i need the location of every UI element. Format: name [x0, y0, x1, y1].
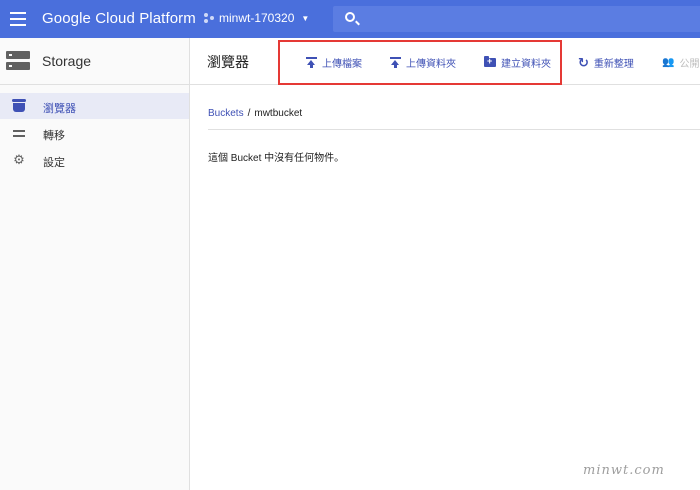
- sidebar-header: Storage: [0, 38, 189, 85]
- upload-icon: [390, 57, 401, 68]
- create-folder-icon: [484, 56, 496, 67]
- page-title: 瀏覽器: [207, 54, 249, 70]
- project-name: minwt-170320: [219, 11, 295, 25]
- share-publicly-label: 公開共: [679, 59, 700, 70]
- share-publicly-button[interactable]: 👥 公開共: [662, 55, 700, 70]
- upload-folder-button[interactable]: 上傳資料夾: [390, 55, 456, 70]
- breadcrumb-buckets-link[interactable]: Buckets: [208, 108, 244, 119]
- transfer-icon: [13, 127, 25, 139]
- breadcrumb: Buckets / mwtbucket: [208, 108, 302, 119]
- project-dots-icon: [204, 13, 214, 23]
- top-app-bar: Google Cloud Platform minwt-170320 ▼: [0, 0, 700, 38]
- sidebar-item-settings[interactable]: ⚙ 設定: [0, 147, 189, 173]
- refresh-icon: ↻: [578, 54, 589, 70]
- create-folder-label: 建立資料夾: [501, 59, 551, 70]
- sidebar-item-label: 瀏覽器: [43, 103, 76, 115]
- main-content: 瀏覽器 上傳檔案 上傳資料夾 建立資料夾 ↻ 重新整理 👥 公開共 Bucket…: [190, 38, 700, 490]
- refresh-button[interactable]: ↻ 重新整理: [578, 54, 634, 71]
- sidebar: Storage 瀏覽器 轉移 ⚙ 設定: [0, 38, 190, 490]
- sidebar-item-label: 轉移: [43, 130, 65, 142]
- watermark: minwt.com: [583, 463, 665, 478]
- storage-icon: [6, 51, 30, 70]
- empty-state-message: 這個 Bucket 中沒有任何物件。: [208, 153, 345, 164]
- breadcrumb-current: mwtbucket: [254, 108, 303, 119]
- bucket-icon: [12, 99, 26, 112]
- toolbar: 瀏覽器 上傳檔案 上傳資料夾 建立資料夾 ↻ 重新整理 👥 公開共: [190, 38, 700, 85]
- hamburger-menu-icon[interactable]: [10, 12, 26, 26]
- people-icon: 👥: [662, 57, 675, 68]
- brand-title[interactable]: Google Cloud Platform: [42, 10, 196, 27]
- refresh-label: 重新整理: [593, 59, 634, 70]
- project-selector[interactable]: minwt-170320 ▼: [204, 11, 309, 25]
- gear-icon: ⚙: [13, 152, 25, 167]
- breadcrumb-separator: /: [247, 108, 251, 119]
- upload-folder-label: 上傳資料夾: [406, 59, 456, 70]
- create-folder-button[interactable]: 建立資料夾: [484, 55, 551, 70]
- upload-files-label: 上傳檔案: [322, 59, 362, 70]
- upload-files-button[interactable]: 上傳檔案: [306, 55, 362, 70]
- search-input[interactable]: [333, 6, 700, 32]
- sidebar-item-transfer[interactable]: 轉移: [0, 120, 189, 146]
- chevron-down-icon: ▼: [301, 13, 310, 23]
- upload-icon: [306, 57, 317, 68]
- divider: [208, 129, 700, 130]
- search-icon: [345, 12, 355, 22]
- sidebar-item-label: 設定: [43, 157, 65, 169]
- sidebar-title: Storage: [42, 53, 92, 69]
- sidebar-item-browser[interactable]: 瀏覽器: [0, 93, 189, 119]
